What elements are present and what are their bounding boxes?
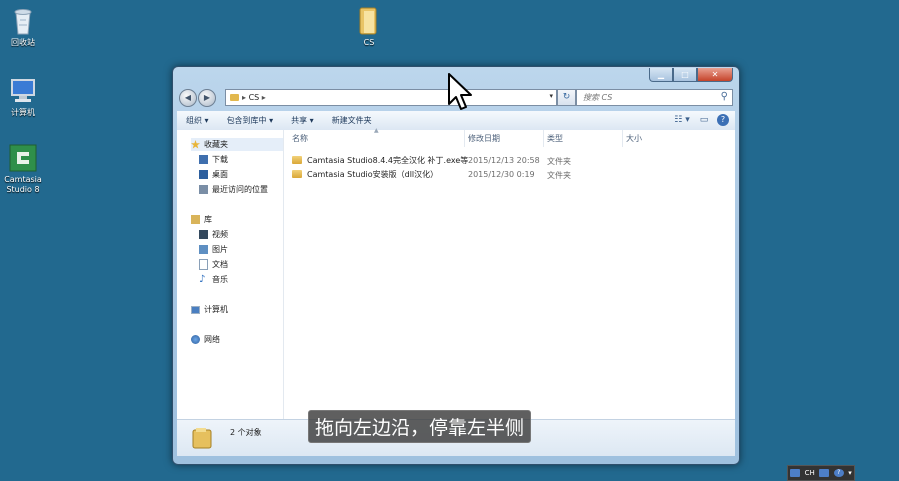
desktop-icon-computer[interactable]: 计算机 (0, 76, 53, 118)
camtasia-icon (8, 143, 38, 173)
refresh-button[interactable]: ↻ (557, 89, 576, 106)
nav-item-label: 下载 (212, 155, 228, 164)
caption-buttons: ▁ □ ✕ (649, 68, 733, 82)
nav-item-recent[interactable]: 最近访问的位置 (199, 183, 268, 196)
desktop-icon-recycle-bin[interactable]: 回收站 (0, 6, 53, 48)
organize-button[interactable]: 组织 ▾ (177, 115, 218, 126)
search-icon: ⚲ (720, 91, 728, 102)
nav-item-favorites[interactable]: 收藏夹 (191, 138, 283, 151)
input-method-icon[interactable] (819, 469, 830, 477)
downloads-icon (199, 155, 208, 164)
nav-item-label: 网络 (204, 335, 220, 344)
chevron-down-icon[interactable]: ▾ (549, 92, 553, 100)
breadcrumb-separator: ▸ (259, 93, 266, 102)
desktop-icon-cs-folder[interactable]: CS (339, 6, 399, 48)
nav-item-music[interactable]: ♪ 音乐 (199, 273, 228, 286)
computer-icon (8, 76, 38, 106)
column-divider (543, 130, 544, 147)
search-input[interactable] (581, 92, 715, 103)
file-row[interactable]: Camtasia Studio8.4.4完全汉化 补丁.exe等 (292, 154, 468, 166)
library-icon (191, 215, 200, 224)
system-tray: CH ? ▾ (787, 465, 855, 481)
folder-icon (292, 156, 302, 164)
share-button[interactable]: 共享 ▾ (282, 115, 323, 126)
file-modified: 2015/12/30 0:19 (468, 170, 535, 179)
mouse-cursor-icon (448, 73, 474, 115)
desktop-label: 计算机 (11, 108, 35, 117)
desktop-label: Camtasia Studio 8 (4, 175, 42, 194)
new-folder-button[interactable]: 新建文件夹 (323, 115, 381, 126)
music-icon: ♪ (199, 274, 206, 285)
nav-item-network[interactable]: 网络 (191, 333, 220, 346)
folder-icon (230, 94, 239, 101)
video-subtitle: 拖向左边沿，停靠左半侧 (308, 410, 532, 443)
desktop-label: CS (363, 38, 375, 47)
explorer-window[interactable]: ▁ □ ✕ ◀ ▶ ▸ CS ▸ ▾ ↻ ⚲ 组织 ▾ 包含到库中 ▾ 共享 ▾… (172, 66, 740, 465)
recent-places-icon (199, 185, 208, 194)
file-list: ▲ 名称 修改日期 类型 大小 Camtasia Studio8.4.4完全汉化… (284, 127, 735, 419)
include-in-library-button[interactable]: 包含到库中 ▾ (218, 115, 283, 126)
item-count: 2 个对象 (230, 428, 262, 437)
desktop-icon-camtasia[interactable]: Camtasia Studio 8 (0, 143, 53, 195)
folder-icon (354, 6, 384, 36)
sort-arrow-icon: ▲ (374, 127, 379, 134)
address-bar[interactable]: ▸ CS ▸ ▾ (225, 89, 557, 106)
nav-item-computer[interactable]: 计算机 (191, 303, 228, 316)
content-area: 收藏夹 下载 桌面 最近访问的位置 库 视频 图片 文档 ♪ 音乐 计算机 网络… (177, 127, 735, 419)
back-button[interactable]: ◀ (179, 89, 197, 107)
desktop-icon (199, 170, 208, 179)
keyboard-icon[interactable] (790, 469, 801, 477)
minimize-button[interactable]: ▁ (649, 68, 673, 82)
nav-item-label: 音乐 (212, 275, 228, 284)
search-box[interactable]: ⚲ (576, 89, 733, 106)
preview-pane-icon[interactable]: ▭ (695, 113, 713, 127)
nav-item-desktop[interactable]: 桌面 (199, 168, 228, 181)
file-type: 文件夹 (547, 171, 571, 180)
maximize-button[interactable]: □ (673, 68, 697, 82)
column-divider (622, 130, 623, 147)
column-header-type[interactable]: 类型 (547, 133, 563, 144)
close-button[interactable]: ✕ (697, 68, 733, 82)
breadcrumb-item[interactable]: CS (249, 93, 260, 102)
recycle-bin-icon (8, 6, 38, 36)
desktop-label: 回收站 (11, 38, 35, 47)
folder-icon (191, 426, 213, 450)
nav-item-libraries[interactable]: 库 (191, 213, 212, 226)
file-name: Camtasia Studio安装版（dll汉化） (307, 169, 439, 179)
nav-item-label: 计算机 (204, 305, 228, 314)
file-type: 文件夹 (547, 157, 571, 166)
help-icon[interactable]: ? (717, 114, 729, 126)
nav-item-downloads[interactable]: 下载 (199, 153, 228, 166)
star-icon (191, 140, 200, 149)
nav-item-label: 桌面 (212, 170, 228, 179)
nav-item-label: 视频 (212, 230, 228, 239)
folder-icon (292, 170, 302, 178)
nav-item-documents[interactable]: 文档 (199, 258, 228, 271)
help-icon[interactable]: ? (833, 469, 844, 477)
picture-icon (199, 245, 208, 254)
nav-item-label: 最近访问的位置 (212, 185, 268, 194)
column-header-modified[interactable]: 修改日期 (468, 133, 500, 144)
nav-item-label: 文档 (212, 260, 228, 269)
nav-item-label: 库 (204, 215, 212, 224)
nav-item-label: 收藏夹 (204, 140, 228, 149)
nav-item-pictures[interactable]: 图片 (199, 243, 228, 256)
forward-button[interactable]: ▶ (198, 89, 216, 107)
computer-icon (191, 305, 200, 314)
language-indicator[interactable]: CH (805, 469, 815, 477)
navigation-pane: 收藏夹 下载 桌面 最近访问的位置 库 视频 图片 文档 ♪ 音乐 计算机 网络 (177, 130, 284, 419)
file-row[interactable]: Camtasia Studio安装版（dll汉化） (292, 168, 438, 180)
file-modified: 2015/12/13 20:58 (468, 156, 540, 165)
network-icon (191, 335, 200, 344)
video-icon (199, 230, 208, 239)
file-name: Camtasia Studio8.4.4完全汉化 补丁.exe等 (307, 155, 469, 165)
nav-item-label: 图片 (212, 245, 228, 254)
view-options-icon[interactable]: ☷ ▾ (673, 113, 691, 127)
nav-item-videos[interactable]: 视频 (199, 228, 228, 241)
column-divider (464, 130, 465, 147)
options-arrow-icon[interactable]: ▾ (848, 469, 852, 477)
document-icon (199, 259, 208, 270)
column-header-name[interactable]: 名称 (292, 133, 308, 144)
column-header-size[interactable]: 大小 (626, 133, 642, 144)
